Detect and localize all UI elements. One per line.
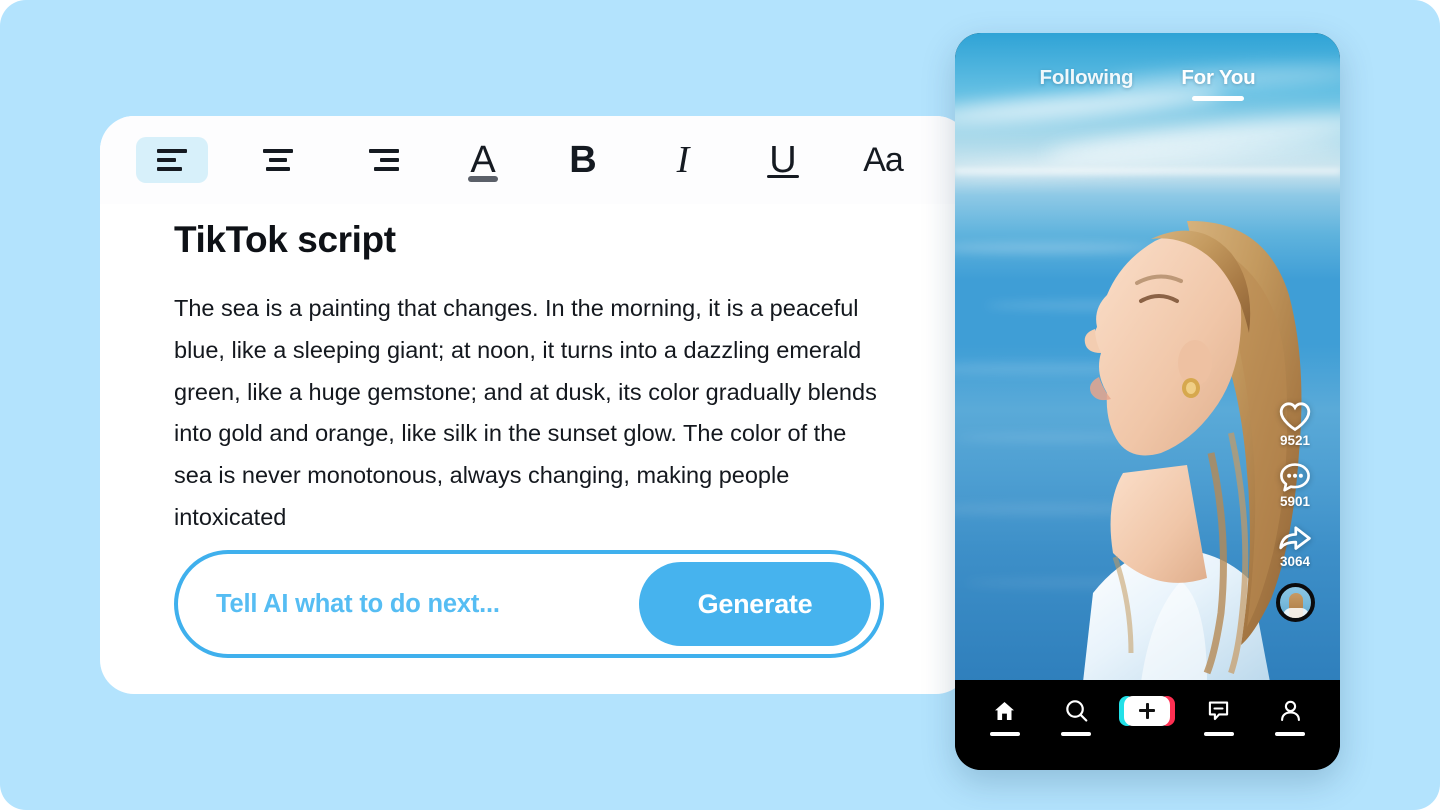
app-canvas: A B I U Aa TikTok script The sea is a pa…	[0, 0, 1440, 810]
comment-count: 5901	[1279, 494, 1311, 509]
nav-item-profile[interactable]	[1263, 699, 1317, 736]
underline-icon: U	[769, 139, 797, 181]
page-title: TikTok script	[174, 219, 396, 260]
align-left-button[interactable]	[136, 137, 208, 183]
avatar[interactable]	[1275, 583, 1315, 622]
like-count: 9521	[1279, 433, 1311, 448]
nav-indicator-home	[989, 731, 1020, 736]
align-right-icon	[369, 149, 399, 171]
comment-button[interactable]: 5901	[1279, 462, 1311, 523]
ai-prompt-input[interactable]	[216, 589, 636, 619]
share-arrow-icon	[1279, 526, 1311, 550]
nav-indicator-inbox	[1203, 731, 1234, 736]
comment-icon	[1280, 463, 1310, 492]
nav-item-create[interactable]	[1119, 695, 1176, 739]
like-button[interactable]: 9521	[1278, 401, 1312, 462]
generate-button[interactable]: Generate	[639, 562, 871, 646]
home-icon	[995, 701, 1015, 720]
inbox-icon	[1209, 701, 1229, 720]
nav-indicator-profile	[1275, 731, 1306, 736]
align-center-button[interactable]	[242, 137, 314, 183]
italic-button[interactable]: I	[654, 137, 712, 183]
nav-item-inbox[interactable]	[1192, 699, 1246, 736]
align-right-button[interactable]	[348, 137, 420, 183]
text-color-icon: A	[470, 139, 496, 181]
nav-item-discover[interactable]	[1049, 698, 1103, 736]
feed-tabs: Following For You	[955, 66, 1340, 101]
tab-for-you[interactable]: For You	[1181, 66, 1255, 101]
text-color-swatch	[468, 176, 498, 182]
bold-button[interactable]: B	[554, 137, 612, 183]
heart-icon	[1279, 402, 1311, 432]
italic-icon: I	[676, 139, 690, 181]
phone-mockup: Following For You 9521 5901 3064	[955, 33, 1340, 770]
formatting-toolbar: A B I U Aa	[100, 116, 970, 204]
share-count: 3064	[1279, 554, 1311, 569]
plus-icon	[1139, 702, 1156, 719]
tab-following[interactable]: Following	[1040, 66, 1134, 101]
nav-item-home[interactable]	[978, 699, 1032, 736]
font-size-button[interactable]: Aa	[854, 137, 912, 183]
align-center-icon	[263, 149, 293, 171]
editor-card: A B I U Aa TikTok script The sea is a pa…	[100, 116, 970, 694]
person-icon	[1280, 700, 1300, 721]
create-button[interactable]	[1119, 695, 1176, 726]
bottom-nav	[955, 680, 1340, 770]
align-left-icon	[157, 149, 187, 171]
font-size-icon: Aa	[863, 141, 904, 179]
search-icon	[1065, 700, 1087, 722]
nav-indicator-discover	[1061, 732, 1092, 736]
document-body-text: The sea is a painting that changes. In t…	[174, 295, 877, 530]
ai-prompt-bar[interactable]: Generate	[174, 550, 884, 658]
underline-button[interactable]: U	[754, 137, 812, 183]
bold-icon: B	[569, 139, 597, 181]
action-rail: 9521 5901 3064	[1264, 401, 1326, 622]
text-color-button[interactable]: A	[454, 137, 512, 183]
underline-rule	[767, 175, 799, 178]
share-button[interactable]: 3064	[1278, 523, 1312, 583]
avatar-body	[1282, 608, 1309, 618]
